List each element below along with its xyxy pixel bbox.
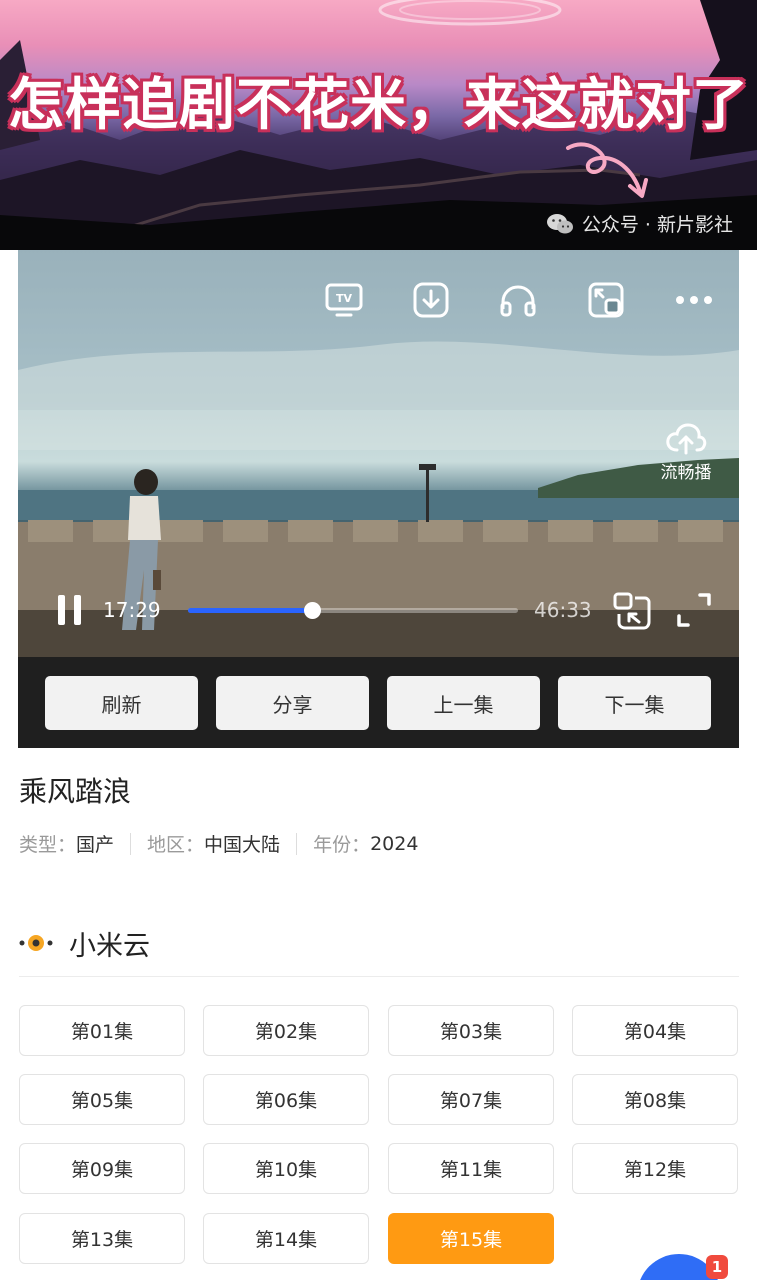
episode-button[interactable]: 第12集 [572,1143,738,1194]
region-value: 中国大陆 [204,834,281,856]
smooth-play-button[interactable]: 流畅播 [646,422,726,483]
show-title: 乘风踏浪 [19,775,132,808]
episode-button[interactable]: 第03集 [388,1005,554,1056]
watermark-text: 公众号 · 新片影社 [581,214,733,236]
player-top-toolbar: TV [18,280,739,320]
refresh-button[interactable]: 刷新 [45,676,198,730]
banner-title: 怎样追剧不花米，来这就对了 [8,73,749,138]
player-controls: 17:29 46:33 [18,590,739,630]
headphones-icon[interactable] [498,280,538,320]
previous-episode-button[interactable]: 上一集 [387,676,540,730]
year-value: 2024 [370,832,419,855]
episode-button[interactable]: 第10集 [203,1143,369,1194]
pip-icon[interactable] [586,280,626,320]
source-name: 小米云 [69,930,150,962]
progress-fill [188,608,312,613]
progress-bar[interactable] [188,602,518,619]
episode-button[interactable]: 第07集 [388,1074,554,1125]
section-divider [19,976,739,977]
episode-button[interactable]: 第05集 [19,1074,185,1125]
year-label: 年份： [313,834,371,856]
region-label: 地区： [147,834,205,856]
type-label: 类型： [19,834,77,856]
fullscreen-icon[interactable] [676,592,714,630]
current-time: 17:29 [103,598,161,622]
episode-button[interactable]: 第11集 [388,1143,554,1194]
type-value: 国产 [76,834,115,856]
screen-rotate-icon[interactable] [613,592,651,630]
progress-handle[interactable] [304,602,321,619]
source-eye-icon [19,935,53,951]
wechat-icon [546,213,573,233]
episode-button[interactable]: 第01集 [19,1005,185,1056]
meta-divider [130,832,132,855]
share-button[interactable]: 分享 [216,676,369,730]
episode-button[interactable]: 第08集 [572,1074,738,1125]
video-player[interactable]: TV 流畅播 17:29 46:33 [18,250,739,657]
episode-button[interactable]: 第13集 [19,1213,185,1264]
episode-button[interactable]: 第14集 [203,1213,369,1264]
download-icon[interactable] [411,280,451,320]
svg-text:TV: TV [336,292,353,305]
smooth-play-label: 流畅播 [660,463,712,483]
show-meta: 类型： 国产 地区： 中国大陆 年份： 2024 [19,830,418,857]
player-action-bar: 刷新 分享 上一集 下一集 [18,657,739,748]
cloud-upload-icon [666,423,707,455]
total-time: 46:33 [534,598,592,622]
notification-badge: 1 [706,1255,728,1279]
tv-cast-icon[interactable]: TV [324,280,364,320]
episode-button[interactable]: 第09集 [19,1143,185,1194]
more-icon[interactable] [674,280,714,320]
episode-button[interactable]: 第02集 [203,1005,369,1056]
pause-icon[interactable] [58,595,84,625]
meta-divider [296,832,298,855]
promo-banner: 怎样追剧不花米，来这就对了 公众号 · 新片影社 [0,0,757,250]
episode-button-active[interactable]: 第15集 [388,1213,554,1264]
next-episode-button[interactable]: 下一集 [558,676,711,730]
episode-button[interactable]: 第04集 [572,1005,738,1056]
episode-button[interactable]: 第06集 [203,1074,369,1125]
banner-watermark: 公众号 · 新片影社 [546,210,733,237]
source-tab[interactable]: 小米云 [19,925,150,962]
